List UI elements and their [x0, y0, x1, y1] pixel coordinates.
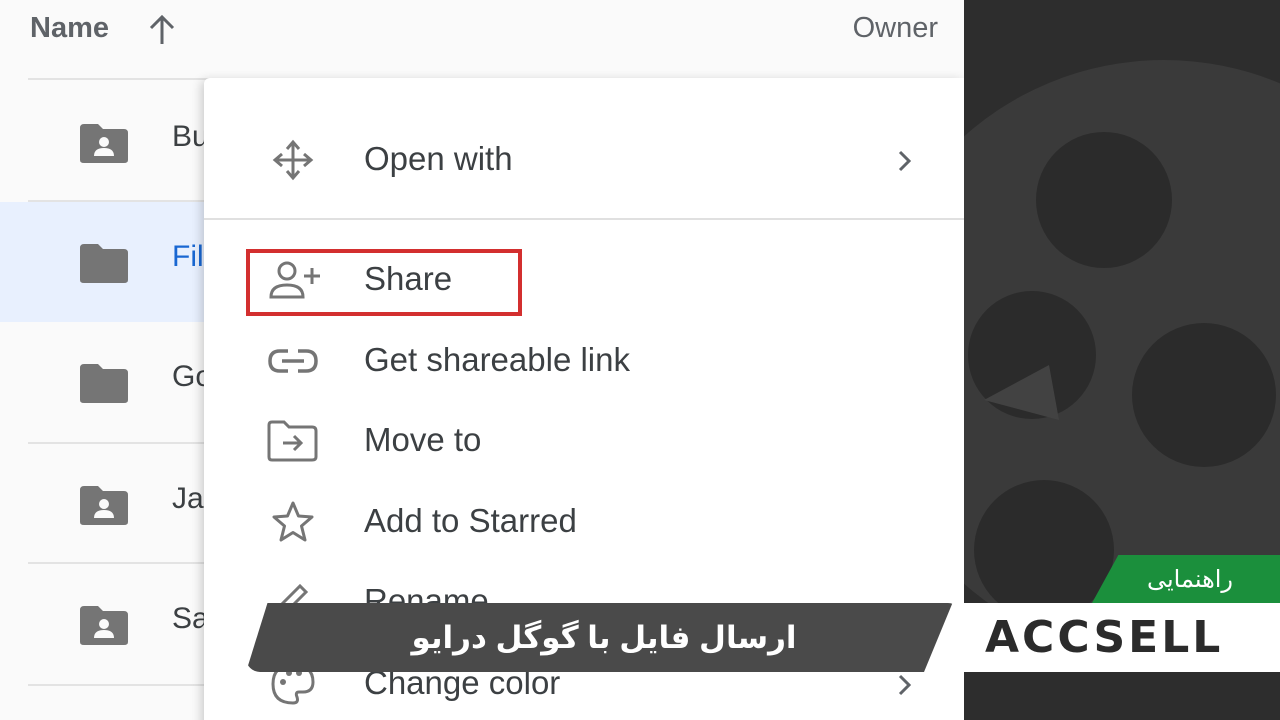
menu-item-label: Add to Starred: [364, 502, 577, 539]
guide-tag-label: راهنمایی: [1146, 565, 1234, 593]
file-name: Fil: [172, 240, 204, 273]
share-highlight-box: [246, 249, 522, 316]
banner-title: ارسال فایل با گوگل درایو: [411, 619, 797, 655]
folder-icon: [80, 244, 128, 283]
folder-icon: [80, 364, 128, 403]
move-to-folder-icon: [267, 420, 318, 462]
arrow-up-icon[interactable]: [142, 10, 182, 50]
accsell-logo: ACCSELL: [985, 612, 1224, 663]
file-name: Ja: [172, 482, 204, 515]
menu-item-open-with[interactable]: Open with: [204, 120, 964, 200]
menu-item-get-link[interactable]: Get shareable link: [204, 321, 964, 401]
owner-column-header[interactable]: Owner: [853, 12, 938, 45]
menu-item-label: Open with: [364, 140, 513, 177]
name-column-header[interactable]: Name: [30, 12, 109, 45]
shared-folder-icon: [80, 124, 128, 163]
shared-folder-icon: [80, 606, 128, 645]
chevron-right-icon: [898, 150, 912, 172]
link-icon: [268, 349, 318, 373]
menu-item-move-to[interactable]: Move to: [204, 401, 964, 481]
star-icon: [272, 501, 314, 542]
chevron-right-icon: [898, 674, 912, 696]
menu-divider: [204, 218, 964, 220]
shared-folder-icon: [80, 486, 128, 525]
menu-item-label: Get shareable link: [364, 341, 630, 378]
list-header: Name Owner: [0, 0, 964, 80]
menu-item-add-starred[interactable]: Add to Starred: [204, 482, 964, 562]
menu-item-label: Move to: [364, 421, 482, 458]
open-with-icon: [272, 139, 314, 181]
